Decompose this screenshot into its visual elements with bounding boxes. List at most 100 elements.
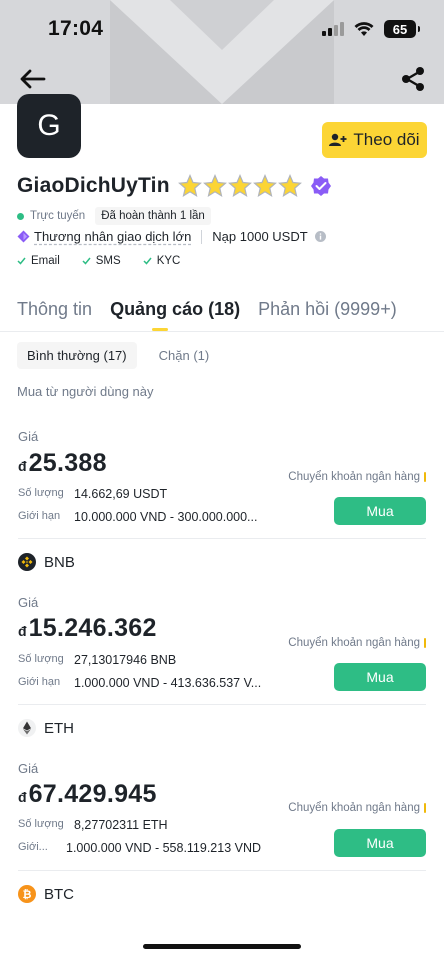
coin-name: ETH bbox=[44, 719, 74, 737]
tab-info[interactable]: Thông tin bbox=[17, 299, 92, 320]
btc-icon: ₿ bbox=[18, 885, 36, 903]
buy-button[interactable]: Mua bbox=[334, 497, 426, 525]
share-icon[interactable] bbox=[400, 66, 426, 92]
coin-header: ₿ BTC bbox=[18, 885, 74, 903]
quantity-value: 27,13017946 BNB bbox=[74, 653, 177, 667]
eth-icon bbox=[18, 719, 36, 737]
add-user-icon bbox=[329, 133, 347, 146]
payment-method: Chuyển khoản ngân hàng bbox=[288, 637, 426, 649]
star-icon bbox=[277, 174, 302, 198]
price-label: Giá bbox=[18, 761, 39, 776]
ad-price: đ 25.388 bbox=[18, 449, 107, 478]
follow-button[interactable]: Theo dõi bbox=[322, 122, 427, 158]
merchant-level-link[interactable]: Thương nhân giao dịch lớn bbox=[34, 229, 191, 244]
payment-method: Chuyển khoản ngân hàng bbox=[288, 471, 426, 483]
check-icon bbox=[143, 257, 152, 265]
star-icon bbox=[202, 174, 227, 198]
quantity-value: 8,27702311 ETH bbox=[74, 818, 168, 832]
coin-name: BTC bbox=[44, 885, 74, 903]
section-label: Mua từ người dùng này bbox=[17, 384, 154, 399]
merchant-level-row: Thương nhân giao dịch lớn Nạp 1000 USDT bbox=[17, 229, 326, 244]
price-value: 15.246.362 bbox=[28, 614, 157, 642]
tab-ads[interactable]: Quảng cáo (18) bbox=[110, 299, 240, 320]
online-dot-icon bbox=[17, 212, 24, 220]
rating-stars bbox=[177, 174, 302, 198]
ad-quantity: Số lượng 27,13017946 BNB bbox=[18, 653, 176, 667]
verification-email: Email bbox=[31, 255, 60, 267]
subtab-blocked[interactable]: Chặn (1) bbox=[149, 342, 220, 369]
currency-symbol: đ bbox=[18, 623, 27, 639]
status-time: 17:04 bbox=[48, 17, 104, 40]
price-value: 25.388 bbox=[28, 449, 107, 477]
ad-filter-tabs: Bình thường (17) Chặn (1) bbox=[17, 342, 219, 369]
limit-value: 1.000.000 VND - 558.119.213 VND bbox=[66, 841, 262, 855]
ad-price: đ 67.429.945 bbox=[18, 780, 157, 809]
limit-label: Giới hạn bbox=[18, 676, 61, 688]
buy-button[interactable]: Mua bbox=[334, 663, 426, 691]
ad-quantity: Số lượng 14.662,69 USDT bbox=[18, 487, 167, 501]
payment-method-label: Chuyển khoản ngân hàng bbox=[288, 802, 420, 814]
payment-method-label: Chuyển khoản ngân hàng bbox=[288, 471, 420, 483]
info-icon[interactable] bbox=[314, 231, 326, 242]
completed-orders-badge: Đã hoàn thành 1 lần bbox=[95, 207, 211, 225]
quantity-value: 14.662,69 USDT bbox=[74, 487, 168, 501]
deposit-amount: Nạp 1000 USDT bbox=[212, 229, 308, 244]
battery-icon: 65 bbox=[384, 20, 420, 38]
divider bbox=[0, 331, 444, 332]
divider bbox=[18, 870, 426, 871]
limit-label: Giới hạn bbox=[18, 510, 61, 522]
verified-badge-icon bbox=[310, 176, 331, 196]
check-icon bbox=[82, 257, 91, 265]
home-indicator[interactable] bbox=[143, 944, 301, 949]
merchant-status-row: Trực tuyến Đã hoàn thành 1 lần bbox=[17, 207, 211, 225]
price-value: 67.429.945 bbox=[28, 780, 157, 808]
verification-row: Email SMS KYC bbox=[17, 255, 180, 267]
star-icon bbox=[227, 174, 252, 198]
merchant-name: GiaoDichUyTin bbox=[17, 174, 170, 197]
currency-symbol: đ bbox=[18, 789, 27, 805]
star-icon bbox=[252, 174, 277, 198]
merchant-name-row: GiaoDichUyTin bbox=[17, 174, 332, 198]
coin-name: BNB bbox=[44, 553, 75, 571]
divider bbox=[18, 538, 426, 539]
payment-marker-icon bbox=[424, 472, 426, 482]
cellular-signal-icon bbox=[322, 22, 344, 36]
divider bbox=[201, 229, 203, 244]
ad-limit: Giới hạn 10.000.000 VND - 300.000.000... bbox=[18, 510, 257, 524]
quantity-label: Số lượng bbox=[18, 487, 64, 499]
online-status: Trực tuyến bbox=[30, 210, 86, 222]
coin-header: ETH bbox=[18, 719, 74, 737]
limit-value: 1.000.000 VND - 413.636.537 V... bbox=[74, 676, 262, 690]
payment-method-label: Chuyển khoản ngân hàng bbox=[288, 637, 420, 649]
divider bbox=[18, 704, 426, 705]
ad-limit: Giới... 1.000.000 VND - 558.119.213 VND bbox=[18, 841, 261, 855]
coin-header: BNB bbox=[18, 553, 75, 571]
avatar: G bbox=[17, 94, 81, 158]
payment-marker-icon bbox=[424, 803, 426, 813]
quantity-label: Số lượng bbox=[18, 653, 64, 665]
status-bar: 17:04 65 bbox=[0, 0, 444, 60]
check-icon bbox=[17, 257, 26, 265]
bnb-icon bbox=[18, 553, 36, 571]
verification-sms: SMS bbox=[95, 255, 121, 267]
back-arrow-icon[interactable] bbox=[18, 66, 46, 92]
svg-text:₿: ₿ bbox=[23, 888, 32, 901]
verification-kyc: KYC bbox=[156, 255, 181, 267]
merchant-diamond-icon bbox=[17, 230, 30, 243]
profile-tabs: Thông tin Quảng cáo (18) Phản hồi (9999+… bbox=[17, 299, 415, 320]
price-label: Giá bbox=[18, 595, 39, 610]
quantity-label: Số lượng bbox=[18, 818, 64, 830]
subtab-normal[interactable]: Bình thường (17) bbox=[17, 342, 137, 369]
tab-feedback[interactable]: Phản hồi (9999+) bbox=[258, 299, 397, 320]
wifi-icon bbox=[354, 21, 374, 36]
star-icon bbox=[177, 174, 202, 198]
ad-limit: Giới hạn 1.000.000 VND - 413.636.537 V..… bbox=[18, 676, 261, 690]
buy-button[interactable]: Mua bbox=[334, 829, 426, 857]
payment-method: Chuyển khoản ngân hàng bbox=[288, 802, 426, 814]
currency-symbol: đ bbox=[18, 458, 27, 474]
price-label: Giá bbox=[18, 429, 39, 444]
limit-label: Giới... bbox=[18, 841, 48, 853]
limit-value: 10.000.000 VND - 300.000.000... bbox=[74, 510, 258, 524]
follow-button-label: Theo dõi bbox=[353, 130, 420, 149]
payment-marker-icon bbox=[424, 638, 426, 648]
